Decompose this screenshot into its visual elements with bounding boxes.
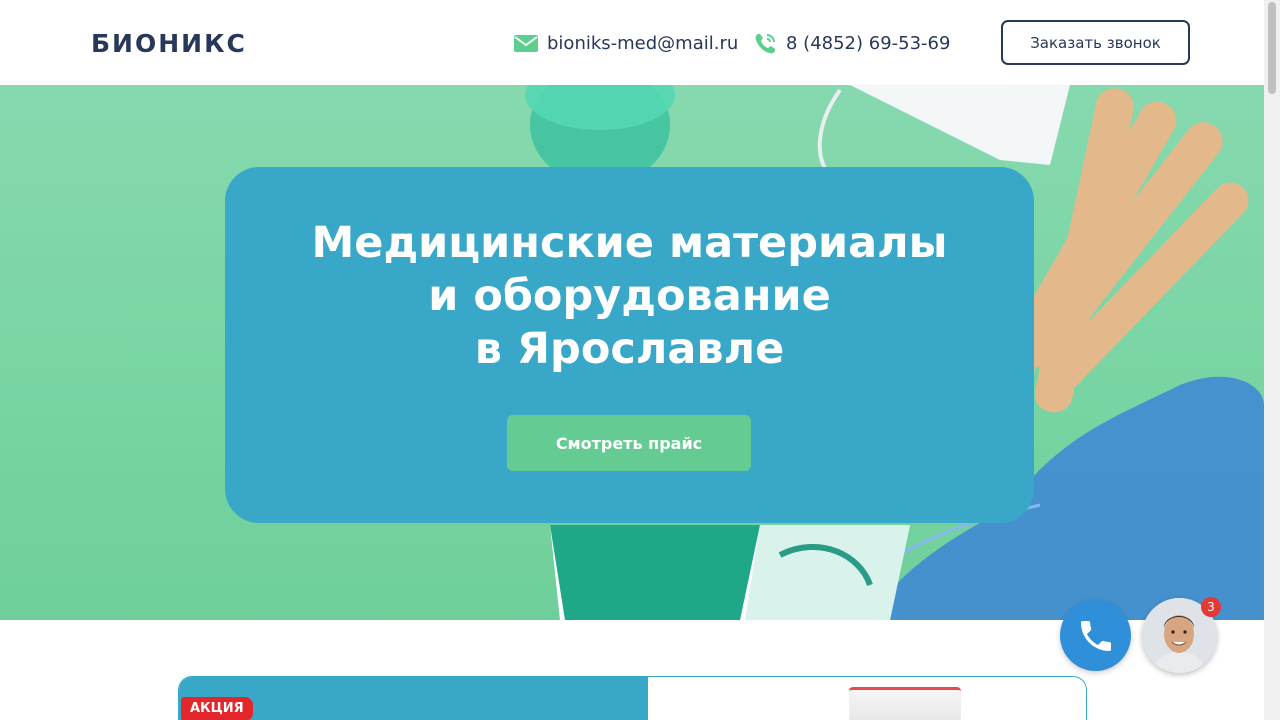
view-price-button[interactable]: Смотреть прайс [507, 415, 751, 471]
order-callback-button[interactable]: Заказать звонок [1001, 20, 1190, 65]
hero-card: Медицинские материалы и оборудование в Я… [225, 167, 1034, 523]
call-widget-button[interactable] [1060, 600, 1131, 671]
hero-title-line: Медицинские материалы [311, 218, 948, 268]
email-link[interactable]: bioniks-med@mail.ru [547, 33, 738, 54]
contact-phone[interactable]: 8 (4852) 69-53-69 [753, 32, 950, 54]
phone-link[interactable]: 8 (4852) 69-53-69 [786, 33, 950, 54]
promo-badge: АКЦИЯ [181, 697, 253, 720]
product-image [849, 687, 961, 720]
mail-icon [514, 32, 538, 54]
hero-title-line: в Ярославле [474, 324, 785, 374]
hero-banner: Медицинские материалы и оборудование в Я… [0, 85, 1264, 620]
site-header: БИОНИКС bioniks-med@mail.ru 8 (4852) 69-… [0, 0, 1264, 85]
phone-icon [1080, 620, 1111, 651]
site-logo[interactable]: БИОНИКС [91, 29, 247, 58]
promo-card[interactable]: АКЦИЯ [178, 676, 1087, 720]
page-scrollbar[interactable] [1264, 0, 1280, 720]
hero-title: Медицинские материалы и оборудование в Я… [225, 217, 1034, 376]
hero-title-line: и оборудование [428, 271, 831, 321]
contact-email[interactable]: bioniks-med@mail.ru [514, 32, 738, 54]
phone-icon [753, 32, 777, 54]
notification-badge: 3 [1201, 597, 1221, 617]
scrollbar-thumb[interactable] [1268, 2, 1276, 94]
